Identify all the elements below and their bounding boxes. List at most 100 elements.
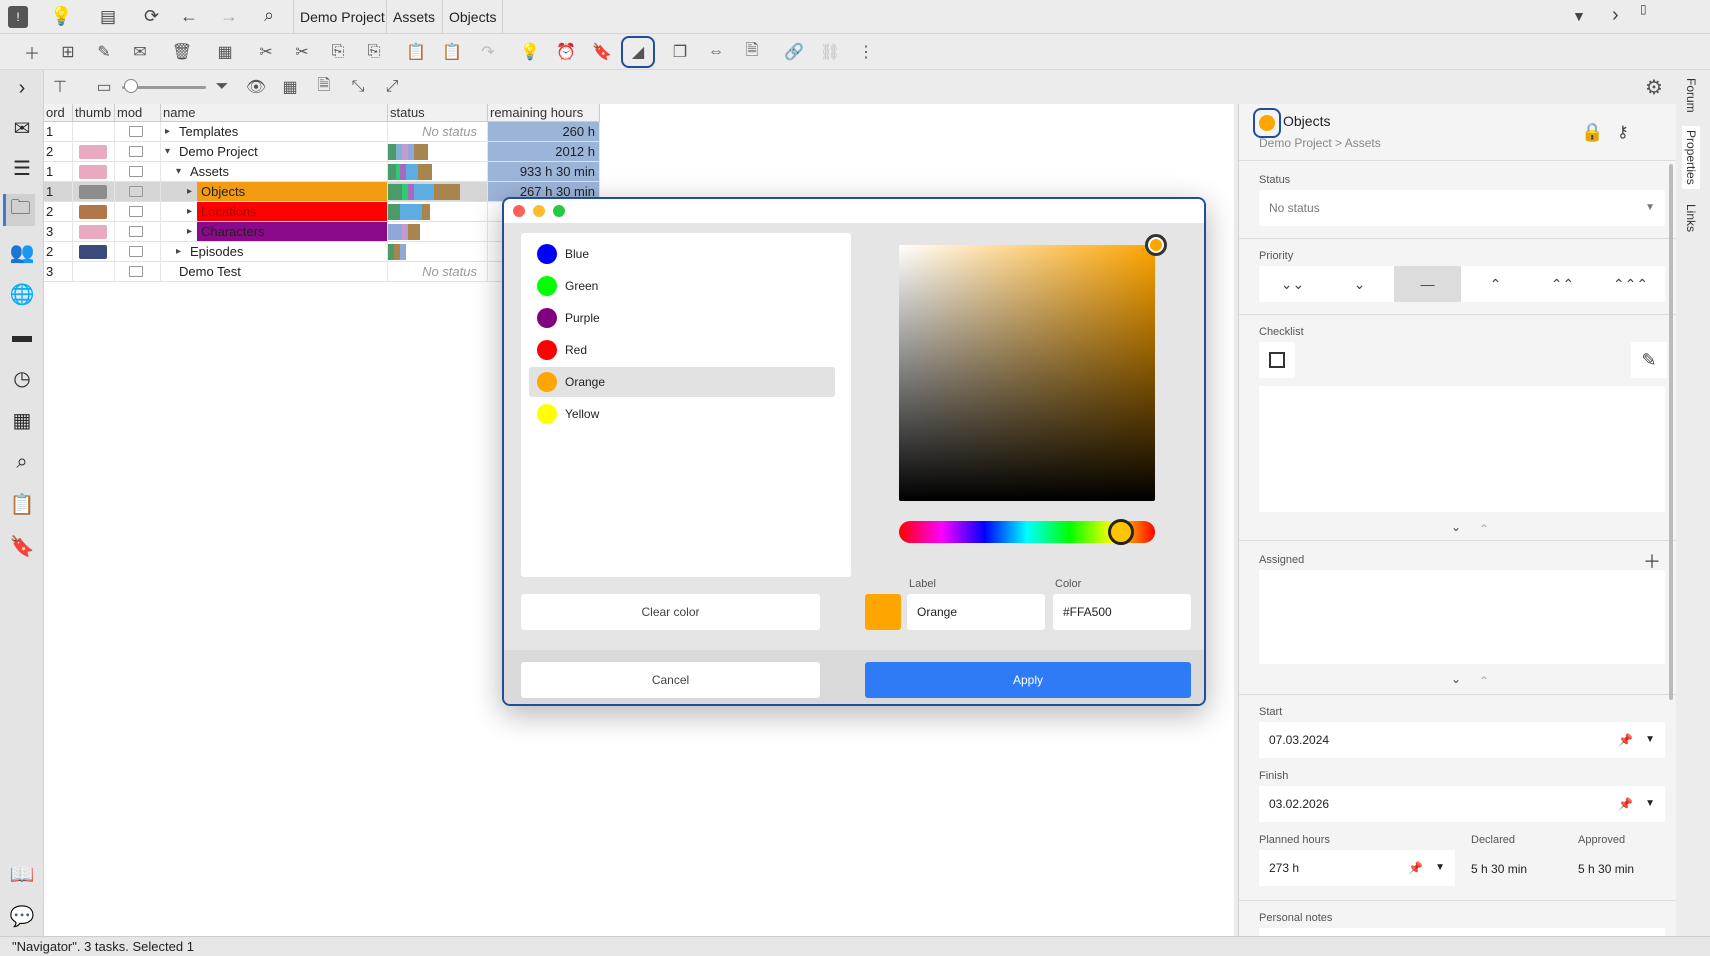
lock-icon[interactable]: 🔒 [1581, 122, 1603, 143]
apply-button[interactable]: Apply [865, 662, 1191, 698]
forward-arrow-icon[interactable]: → [220, 6, 238, 27]
delete-icon[interactable]: 🗑 [170, 40, 194, 64]
bulb-icon[interactable]: 💡 [518, 40, 542, 64]
row-name-cell[interactable]: ▸ Locations [161, 202, 388, 222]
key-icon[interactable]: ⚷ [1617, 122, 1629, 142]
settings-icon[interactable]: ⚙ [1642, 75, 1666, 99]
expand-toggle-icon[interactable]: ▸ [176, 242, 181, 261]
chevron-down-icon[interactable]: ⌄ [1451, 672, 1461, 686]
row-name-cell[interactable]: ▾ Assets [161, 162, 388, 182]
finish-date-field[interactable]: 03.02.2026 📌 ▼ [1259, 786, 1665, 822]
chat-icon[interactable]: 💬 [6, 900, 38, 932]
maximize-window-icon[interactable] [553, 205, 565, 217]
slider-handle[interactable] [124, 79, 138, 93]
minimize-window-icon[interactable] [533, 205, 545, 217]
priority-normal-icon[interactable]: — [1394, 266, 1461, 302]
color-option-green[interactable]: Green [529, 271, 835, 301]
color-option-orange[interactable]: Orange [529, 367, 835, 397]
column-header-status[interactable]: status [388, 104, 488, 122]
expand-toggle-icon[interactable]: ▾ [176, 162, 181, 181]
row-name-cell[interactable]: ▸ Templates [161, 122, 388, 142]
expand-all-icon[interactable]: ⤢ [380, 75, 404, 99]
planned-hours-field[interactable]: 273 h 📌 ▼ [1259, 850, 1455, 886]
edit-checklist-icon[interactable]: ✎ [1631, 342, 1667, 378]
lightbulb-icon[interactable]: 💡 [50, 6, 72, 27]
checklist-area[interactable] [1259, 386, 1665, 512]
cut-icon[interactable]: ✂ [254, 40, 278, 64]
mail-icon[interactable]: ✉ [6, 112, 38, 144]
copy-icon[interactable]: ⎘ [326, 40, 350, 64]
thumbnail-icon[interactable]: ▭ [92, 75, 116, 99]
saturation-value-picker[interactable] [899, 245, 1155, 501]
clear-color-button[interactable]: Clear color [521, 594, 820, 630]
pin-icon[interactable]: 📌 [1408, 850, 1423, 886]
row-status[interactable] [388, 142, 488, 162]
refresh-icon[interactable]: ⟳ [144, 6, 159, 27]
color-option-yellow[interactable]: Yellow [529, 399, 835, 429]
list-icon[interactable]: ☰ [6, 152, 38, 184]
expand-toggle-icon[interactable]: ▸ [187, 182, 192, 201]
row-status[interactable] [388, 182, 488, 202]
color-fill-icon[interactable]: ◢ [621, 36, 655, 68]
paste-icon[interactable]: 📋 [404, 40, 428, 64]
app-icon[interactable]: ! [8, 6, 28, 28]
add-icon[interactable]: ＋ [20, 40, 44, 64]
breadcrumb-assets[interactable]: Assets [386, 0, 441, 34]
hex-color-input[interactable]: #FFA500 [1053, 594, 1191, 630]
tab-links[interactable]: Links [1684, 204, 1698, 232]
redo-icon[interactable]: ↷ [476, 40, 500, 64]
breadcrumb-demo-project[interactable]: Demo Project [293, 0, 391, 34]
gantt-icon[interactable]: ▬ [6, 320, 38, 352]
alarm-icon[interactable]: ⏰ [554, 40, 578, 64]
panel-scrollbar[interactable] [1669, 164, 1673, 700]
back-arrow-icon[interactable]: ← [180, 6, 198, 27]
clipboard-icon[interactable]: 📋 [6, 488, 38, 520]
table-row[interactable]: 2 ▾ Demo Project 2012 h [44, 142, 600, 162]
book-icon[interactable]: 📖 [6, 858, 38, 890]
move-icon[interactable]: ⇔ [704, 40, 728, 64]
color-option-blue[interactable]: Blue [529, 239, 835, 269]
tab-properties[interactable]: Properties [1682, 126, 1700, 189]
link-icon[interactable]: 🔗 [782, 40, 806, 64]
column-header-remaining-hours[interactable]: remaining hours [488, 104, 600, 122]
dropdown-arrow-icon[interactable]: ▼ [1435, 850, 1445, 886]
table-row[interactable]: 1 ▸ Templates No status 260 h [44, 122, 600, 142]
status-dropdown[interactable]: No status ▼ [1259, 190, 1665, 226]
expand-toggle-icon[interactable]: ▸ [187, 202, 192, 221]
label-input[interactable]: Orange [907, 594, 1045, 630]
start-date-field[interactable]: 07.03.2024 📌 ▼ [1259, 722, 1665, 758]
tab-forum[interactable]: Forum [1684, 78, 1698, 113]
table-icon[interactable]: ▦ [213, 40, 237, 64]
table-row[interactable]: 1 ▾ Assets 933 h 30 min [44, 162, 600, 182]
hierarchy-icon[interactable]: ⊤ [48, 75, 72, 99]
paste-alt-icon[interactable]: 📋 [440, 40, 464, 64]
color-option-red[interactable]: Red [529, 335, 835, 365]
cancel-button[interactable]: Cancel [521, 662, 820, 698]
bookmark-icon[interactable]: 🔖 [590, 40, 614, 64]
column-header-name[interactable]: name [161, 104, 388, 122]
chevron-up-icon[interactable]: ⌃ [1479, 522, 1489, 536]
unlink-icon[interactable]: ⛓ [818, 40, 842, 64]
csv-icon[interactable]: 🗎 [312, 75, 336, 99]
saturation-value-handle[interactable] [1145, 234, 1167, 256]
column-header-mod[interactable]: mod [115, 104, 161, 122]
filter-icon[interactable]: ⏷ [210, 75, 234, 99]
row-status[interactable] [388, 222, 488, 242]
copy-alt-icon[interactable]: ⎘ [362, 40, 386, 64]
breadcrumb-objects[interactable]: Objects [442, 0, 504, 34]
row-name-cell[interactable]: ▾ Demo Project [161, 142, 388, 162]
expand-toggle-icon[interactable]: ▸ [165, 122, 170, 141]
document-icon[interactable]: ▯ [1640, 2, 1647, 16]
priority-highest-icon[interactable]: ⌃⌃⌃ [1597, 266, 1664, 302]
color-option-purple[interactable]: Purple [529, 303, 835, 333]
cut-alt-icon[interactable]: ✂ [290, 40, 314, 64]
grid-icon[interactable]: ▦ [278, 75, 302, 99]
dropdown-arrow-icon[interactable]: ▼ [1645, 786, 1655, 822]
calendar-icon[interactable]: ▦ [6, 404, 38, 436]
row-status[interactable]: No status [388, 122, 488, 142]
pin-icon[interactable]: 📌 [1618, 786, 1633, 822]
priority-low-icon[interactable]: ⌄ [1326, 266, 1393, 302]
row-status[interactable] [388, 242, 488, 262]
more-vertical-icon[interactable]: ⋮ [854, 40, 878, 64]
row-name-cell[interactable]: ▸ Episodes [161, 242, 388, 262]
